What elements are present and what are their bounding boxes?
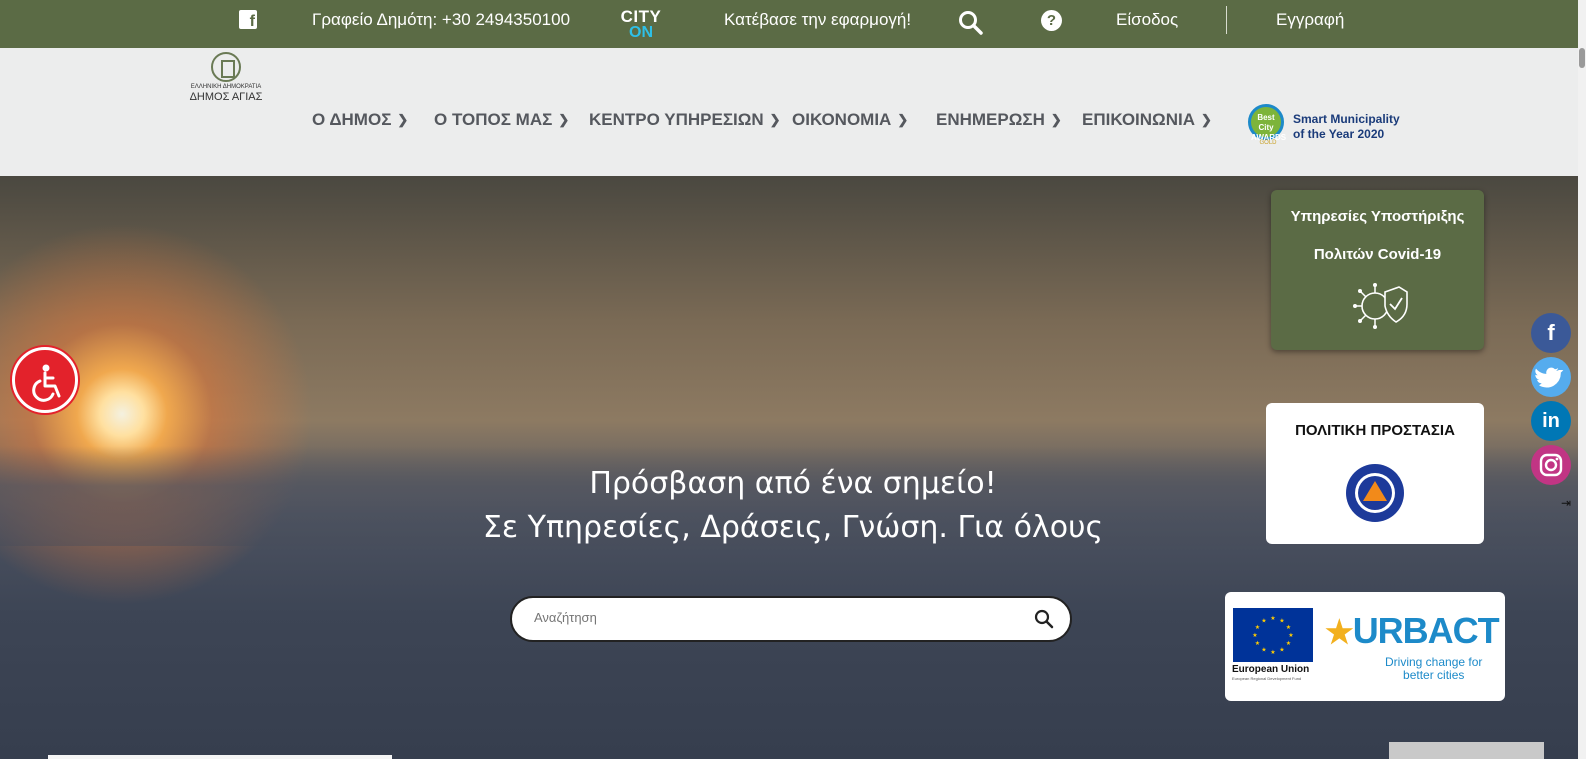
logo-name: ΔΗΜΟΣ ΑΓΙΑΣ	[189, 91, 263, 103]
covid-card-line2: Πολιτών Covid-19	[1313, 246, 1442, 263]
top-bar: f Γραφείο Δημότη: +30 2494350100 CITY ON…	[0, 0, 1586, 48]
nav-item-topos[interactable]: Ο ΤΟΠΟΣ ΜΑΣ ❯	[434, 110, 569, 130]
register-link[interactable]: Εγγραφή	[1276, 10, 1344, 30]
smart-line2: of the Year 2020	[1293, 127, 1385, 141]
accessibility-button[interactable]	[12, 347, 78, 413]
chevron-down-icon: ❯	[1050, 112, 1062, 127]
twitter-bird-icon	[1535, 367, 1564, 388]
instagram-share-icon[interactable]	[1531, 445, 1571, 485]
nav-item-dimos[interactable]: Ο ΔΗΜΟΣ ❯	[312, 110, 408, 130]
cityon-logo-line2: ON	[629, 24, 653, 41]
hide-social-arrow-icon[interactable]: ⇥	[1561, 496, 1571, 510]
urbact-text: URBACT	[1352, 610, 1500, 651]
urbact-tagline-1: Driving change for	[1385, 655, 1483, 669]
office-phone[interactable]: Γραφείο Δημότη: +30 2494350100	[312, 10, 570, 30]
eu-sublabel: European Regional Development Fund	[1232, 676, 1302, 681]
login-link[interactable]: Είσοδος	[1116, 10, 1178, 30]
urbact-tagline-2: better cities	[1403, 668, 1465, 682]
linkedin-share-icon[interactable]: in	[1531, 401, 1571, 441]
svg-text:★: ★	[1288, 632, 1293, 639]
civil-protection-seal-icon	[1346, 464, 1404, 522]
chevron-down-icon: ❯	[1200, 112, 1212, 127]
nav-item-label: ΕΠΙΚΟΙΝΩΝΙΑ	[1082, 110, 1195, 129]
svg-text:★: ★	[1255, 624, 1260, 631]
facebook-share-icon[interactable]: f	[1531, 313, 1571, 353]
bottom-strip-left	[48, 755, 392, 759]
logo-small-text: ΕΛΛΗΝΙΚΗ ΔΗΜΟΚΡΑΤΙΑ	[190, 84, 262, 90]
chevron-down-icon: ❯	[897, 112, 909, 127]
topbar-divider	[1226, 6, 1227, 34]
coat-of-arms-icon	[211, 52, 241, 82]
urbact-logo: ★URBACT	[1325, 610, 1500, 652]
search-icon[interactable]	[958, 10, 984, 36]
svg-text:★: ★	[1270, 649, 1275, 656]
svg-text:★: ★	[1252, 632, 1257, 639]
star-icon: ★	[1325, 614, 1354, 650]
hero-search-bar	[510, 596, 1072, 642]
nav-item-contact[interactable]: ΕΠΙΚΟΙΝΩΝΙΑ ❯	[1082, 110, 1212, 130]
civil-protection-card[interactable]: ΠΟΛΙΤΙΚΗ ΠΡΟΣΤΑΣΙΑ	[1266, 403, 1484, 544]
scrollbar-track[interactable]	[1578, 0, 1586, 759]
svg-text:★: ★	[1286, 640, 1291, 647]
smart-municipality-label: Smart Municipality of the Year 2020	[1293, 112, 1400, 142]
nav-item-label: Ο ΔΗΜΟΣ	[312, 110, 392, 129]
svg-text:★: ★	[1255, 640, 1260, 647]
scrollbar-thumb[interactable]	[1579, 48, 1585, 68]
urbact-eu-card[interactable]: ★ ★ ★ ★ ★ ★ ★ ★ ★ ★ ★ ★ European Union European …	[1225, 592, 1505, 701]
svg-text:★: ★	[1279, 647, 1284, 654]
chevron-down-icon: ❯	[397, 112, 409, 127]
chevron-down-icon: ❯	[558, 112, 570, 127]
virus-shield-icon	[1353, 283, 1408, 329]
question-circle-icon[interactable]: ?	[1041, 10, 1062, 31]
svg-text:★: ★	[1270, 615, 1275, 622]
cityon-logo[interactable]: CITY ON	[615, 8, 667, 42]
smart-line1: Smart Municipality	[1293, 112, 1400, 126]
award-badge-text: Best City AWARDS	[1248, 104, 1286, 142]
chevron-down-icon: ❯	[769, 112, 781, 127]
svg-text:★: ★	[1261, 647, 1266, 654]
eu-flag-icon: ★ ★★ ★★★ ★★★ ★★★	[1233, 608, 1313, 662]
covid-support-card[interactable]: Υπηρεσίες Υποστήριξης Πολιτών Covid-19	[1271, 190, 1484, 350]
search-icon[interactable]	[1034, 609, 1054, 629]
nav-item-services[interactable]: ΚΕΝΤΡΟ ΥΠΗΡΕΣΙΩΝ ❯	[589, 110, 781, 130]
download-app-link[interactable]: Κατέβασε την εφαρμογή!	[724, 10, 911, 30]
nav-item-economy[interactable]: ΟΙΚΟΝΟΜΙΑ ❯	[792, 110, 908, 130]
facebook-square-icon[interactable]: f	[239, 10, 257, 30]
covid-card-line1: Υπηρεσίες Υποστήριξης	[1290, 208, 1465, 225]
svg-text:★: ★	[1286, 624, 1291, 631]
twitter-share-icon[interactable]	[1531, 357, 1571, 397]
wheelchair-icon	[32, 364, 61, 402]
nav-item-label: ΟΙΚΟΝΟΜΙΑ	[792, 110, 892, 129]
instagram-camera-icon	[1539, 453, 1563, 477]
bottom-strip-right	[1389, 742, 1544, 759]
hero-search-input[interactable]	[534, 610, 1014, 625]
urbact-tagline: Driving change for better cities	[1385, 656, 1482, 682]
municipality-logo[interactable]: ΕΛΛΗΝΙΚΗ ΔΗΜΟΚΡΑΤΙΑ ΔΗΜΟΣ ΑΓΙΑΣ	[186, 52, 266, 112]
nav-item-label: ΕΝΗΜΕΡΩΣΗ	[936, 110, 1045, 129]
nav-item-news[interactable]: ΕΝΗΜΕΡΩΣΗ ❯	[936, 110, 1062, 130]
civil-protection-title: ΠΟΛΙΤΙΚΗ ΠΡΟΣΤΑΣΙΑ	[1295, 422, 1455, 439]
eu-label: European Union	[1232, 664, 1310, 675]
nav-item-label: ΚΕΝΤΡΟ ΥΠΗΡΕΣΙΩΝ	[589, 110, 764, 129]
svg-text:★: ★	[1261, 618, 1266, 625]
best-city-award-badge[interactable]: Best City AWARDS GOLD	[1248, 104, 1288, 148]
nav-item-label: Ο ΤΟΠΟΣ ΜΑΣ	[434, 110, 553, 129]
cityon-logo-line1: CITY	[620, 7, 662, 26]
svg-text:★: ★	[1279, 618, 1284, 625]
